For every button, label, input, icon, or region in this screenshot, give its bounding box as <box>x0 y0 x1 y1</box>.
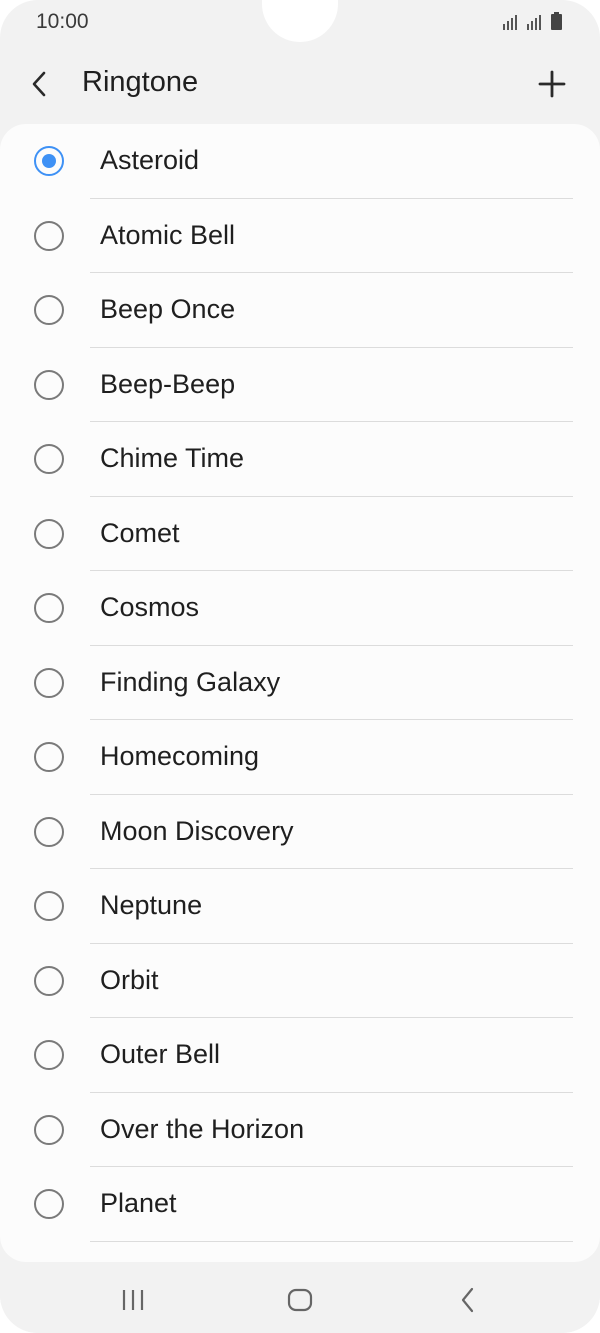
ringtone-item[interactable]: Orbit <box>0 944 600 1018</box>
ringtone-item[interactable]: Over the Horizon <box>0 1093 600 1167</box>
ringtone-screen: 10:00 Ringtone Asteroid Atomic Bell Beep… <box>0 0 600 1333</box>
radio-button[interactable] <box>34 220 64 251</box>
radio-button[interactable] <box>34 295 64 325</box>
radio-button[interactable] <box>34 146 64 176</box>
ringtone-item[interactable]: Moon Discovery <box>0 795 600 869</box>
ringtone-label: Asteroid <box>100 145 200 175</box>
status-bar: 10:00 <box>0 0 600 44</box>
radio-button[interactable] <box>34 1040 64 1070</box>
ringtone-item[interactable]: Neptune <box>0 869 600 944</box>
ringtone-item[interactable]: Beep-Beep <box>0 348 600 422</box>
home-icon <box>287 1288 313 1312</box>
back-arrow-icon <box>32 71 46 97</box>
nav-back-button[interactable] <box>438 1282 498 1318</box>
ringtone-item[interactable]: Asteroid <box>0 124 600 199</box>
recents-button[interactable] <box>103 1282 163 1318</box>
back-chevron-icon <box>461 1287 474 1313</box>
home-button[interactable] <box>270 1282 330 1318</box>
ringtone-label: Orbit <box>100 964 159 995</box>
camera-notch <box>262 0 338 42</box>
ringtone-item[interactable]: Outer Bell <box>0 1018 600 1093</box>
radio-button[interactable] <box>34 965 64 996</box>
back-button[interactable] <box>20 62 60 106</box>
ringtone-label: Homecoming <box>100 741 260 771</box>
app-bar: Ringtone <box>0 44 600 124</box>
radio-button[interactable] <box>34 1189 64 1219</box>
radio-button[interactable] <box>34 444 64 474</box>
ringtone-label: Beep Once <box>100 294 236 324</box>
radio-button[interactable] <box>34 369 64 400</box>
plus-icon <box>538 70 566 98</box>
radio-button[interactable] <box>34 891 64 921</box>
ringtone-item[interactable]: Homecoming <box>0 720 600 795</box>
radio-button[interactable] <box>34 518 64 549</box>
signal-icon <box>503 15 517 30</box>
signal-icon <box>527 15 541 30</box>
battery-icon <box>551 12 562 30</box>
ringtone-item[interactable]: Finding Galaxy <box>0 646 600 720</box>
radio-button[interactable] <box>34 593 64 623</box>
radio-button[interactable] <box>34 816 64 847</box>
radio-button[interactable] <box>34 1114 64 1145</box>
ringtone-item[interactable]: Planet <box>0 1167 600 1242</box>
page-title: Ringtone <box>82 66 199 98</box>
ringtone-label: Neptune <box>100 890 203 920</box>
ringtone-item[interactable]: Cosmos <box>0 571 600 646</box>
ringtone-item[interactable]: Comet <box>0 497 600 571</box>
ringtone-label: Moon Discovery <box>100 815 294 846</box>
add-ringtone-button[interactable] <box>530 62 574 106</box>
ringtone-label: Cosmos <box>100 592 200 622</box>
ringtone-label: Outer Bell <box>100 1039 221 1069</box>
ringtone-list: Asteroid Atomic Bell Beep Once Beep-Beep <box>0 124 600 1242</box>
status-icons <box>503 12 562 30</box>
status-time: 10:00 <box>36 10 89 33</box>
ringtone-label: Chime Time <box>100 443 245 473</box>
ringtone-label: Finding Galaxy <box>100 666 281 697</box>
ringtone-item[interactable]: Beep Once <box>0 273 600 348</box>
ringtone-label: Atomic Bell <box>100 219 236 250</box>
recents-icon <box>122 1290 144 1310</box>
radio-button[interactable] <box>34 742 64 772</box>
ringtone-label: Comet <box>100 517 180 548</box>
ringtone-label: Over the Horizon <box>100 1113 305 1144</box>
ringtone-item[interactable]: Atomic Bell <box>0 199 600 273</box>
ringtone-label: Planet <box>100 1188 177 1218</box>
ringtone-item[interactable]: Chime Time <box>0 422 600 497</box>
divider <box>90 1240 573 1242</box>
navigation-bar <box>0 1262 600 1333</box>
ringtone-list-card: Asteroid Atomic Bell Beep Once Beep-Beep <box>0 124 600 1262</box>
ringtone-label: Beep-Beep <box>100 368 236 399</box>
radio-button[interactable] <box>34 667 64 698</box>
